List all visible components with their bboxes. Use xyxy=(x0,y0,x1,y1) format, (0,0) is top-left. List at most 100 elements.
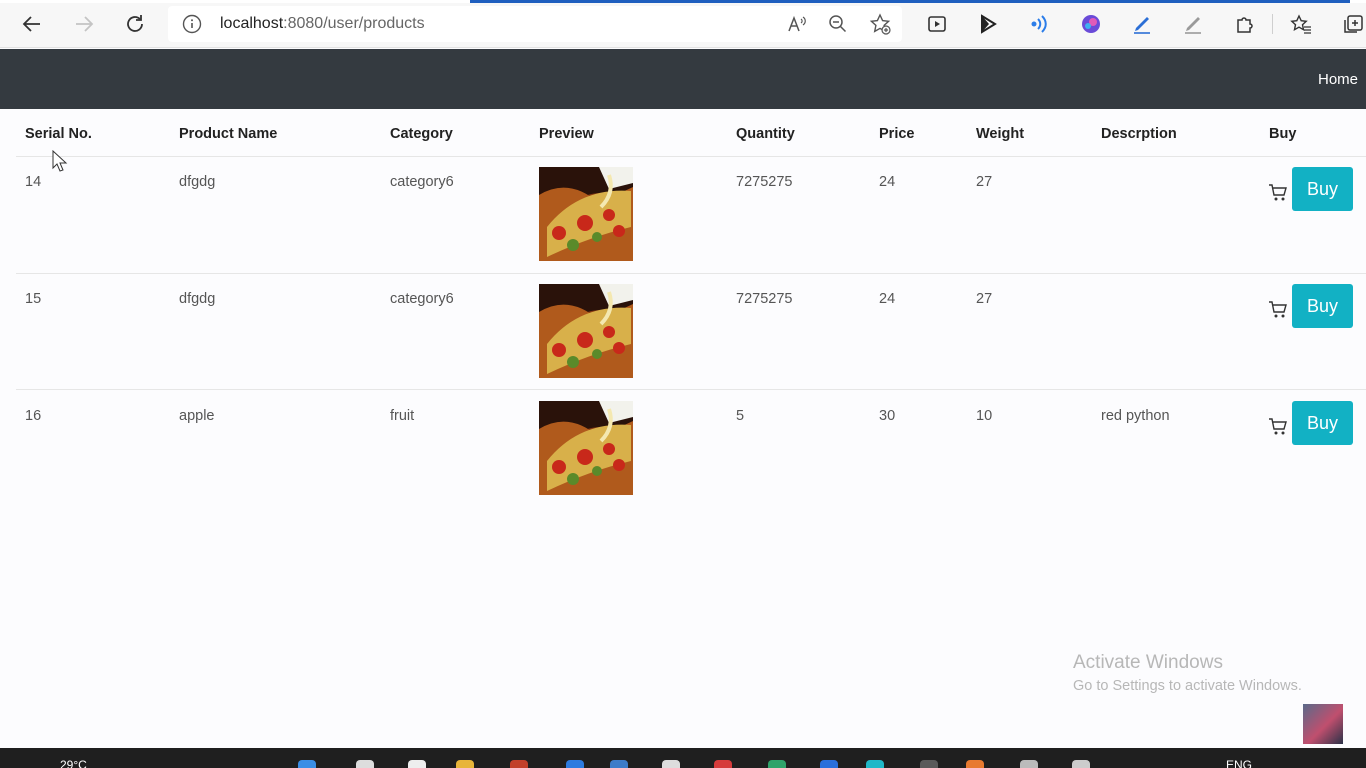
task-view-icon[interactable] xyxy=(408,760,426,768)
back-arrow-icon xyxy=(22,16,40,32)
table-row: 15 dfgdg category6 7275275 24 27 Buy xyxy=(0,275,1366,392)
mail-icon[interactable] xyxy=(566,760,584,768)
cart-icon[interactable] xyxy=(1268,416,1288,436)
product-preview-image xyxy=(539,401,633,495)
header-divider xyxy=(16,156,1366,157)
cell-description: red python xyxy=(1101,408,1170,424)
buy-button[interactable]: Buy xyxy=(1292,401,1353,445)
favorites-icon xyxy=(1290,14,1311,34)
read-aloud-icon xyxy=(788,15,806,32)
cart-icon[interactable] xyxy=(1268,182,1288,202)
cell-product-name: dfgdg xyxy=(179,174,216,190)
app5-icon[interactable] xyxy=(1072,760,1090,768)
pointer-icon xyxy=(981,14,997,34)
cell-weight: 27 xyxy=(976,174,993,190)
edge-icon[interactable] xyxy=(866,760,884,768)
table-row: 14 dfgdg category6 7275275 24 27 Buy xyxy=(0,158,1366,275)
cell-serial: 15 xyxy=(25,291,42,307)
extension-3-button[interactable] xyxy=(1027,12,1051,36)
wireless-icon xyxy=(1031,15,1047,33)
favorite-add-icon xyxy=(869,13,891,35)
back-button[interactable] xyxy=(16,8,48,40)
windows-taskbar: 29°C ENG xyxy=(0,748,1366,768)
header-preview: Preview xyxy=(539,126,594,142)
copilot-icon xyxy=(1082,15,1100,33)
toolbar-separator xyxy=(1272,14,1273,34)
video-thumbnail xyxy=(1303,704,1343,744)
forward-arrow-icon xyxy=(76,16,94,32)
pen-icon xyxy=(1134,17,1150,34)
zoom-button[interactable] xyxy=(826,12,850,36)
header-quantity: Quantity xyxy=(736,126,795,142)
cell-price: 30 xyxy=(879,408,896,424)
url-text[interactable]: localhost:8080/user/products xyxy=(220,15,425,33)
product-preview-image xyxy=(539,284,633,378)
cell-price: 24 xyxy=(879,291,896,307)
extensions-button[interactable] xyxy=(1233,12,1257,36)
header-category: Category xyxy=(390,126,453,142)
buy-button[interactable]: Buy xyxy=(1292,167,1353,211)
extension-6-button[interactable] xyxy=(1181,12,1205,36)
activate-windows-watermark: Activate Windows Go to Settings to activ… xyxy=(1073,652,1302,694)
collections-icon xyxy=(1344,15,1363,33)
zoom-out-icon xyxy=(829,15,847,33)
address-bar[interactable]: localhost:8080/user/products xyxy=(168,6,902,42)
media-icon[interactable] xyxy=(714,760,732,768)
collections-button[interactable] xyxy=(1341,12,1365,36)
buy-button[interactable]: Buy xyxy=(1292,284,1353,328)
app-icon[interactable] xyxy=(510,760,528,768)
table-row: 16 apple fruit 5 30 10 red python Buy xyxy=(0,392,1366,509)
extension-4-button[interactable] xyxy=(1079,12,1103,36)
refresh-icon xyxy=(127,15,143,32)
start-icon[interactable] xyxy=(298,760,316,768)
refresh-button[interactable] xyxy=(119,8,151,40)
puzzle-icon xyxy=(1237,17,1253,33)
forward-button[interactable] xyxy=(68,8,100,40)
cell-product-name: dfgdg xyxy=(179,291,216,307)
cell-quantity: 7275275 xyxy=(736,291,793,307)
vscode-icon[interactable] xyxy=(820,760,838,768)
extension-5-button[interactable] xyxy=(1130,12,1154,36)
language-indicator[interactable]: ENG xyxy=(1226,758,1252,768)
info-icon[interactable] xyxy=(182,14,202,34)
store-icon[interactable] xyxy=(610,760,628,768)
weather-temperature[interactable]: 29°C xyxy=(60,758,87,768)
app-navbar: Home xyxy=(0,49,1366,109)
cell-quantity: 7275275 xyxy=(736,174,793,190)
cell-weight: 27 xyxy=(976,291,993,307)
header-buy: Buy xyxy=(1269,126,1297,142)
favorites-button[interactable] xyxy=(1289,12,1313,36)
cart-icon[interactable] xyxy=(1268,299,1288,319)
cell-serial: 14 xyxy=(25,174,42,190)
mouse-cursor-icon xyxy=(52,149,68,172)
read-aloud-button[interactable] xyxy=(785,12,809,36)
header-weight: Weight xyxy=(976,126,1025,142)
screenshot-icon xyxy=(928,16,946,32)
search-icon[interactable] xyxy=(356,760,374,768)
app2-icon[interactable] xyxy=(768,760,786,768)
cell-product-name: apple xyxy=(179,408,215,424)
app3-icon[interactable] xyxy=(920,760,938,768)
browser-toolbar: localhost:8080/user/products xyxy=(0,0,1366,48)
cell-weight: 10 xyxy=(976,408,993,424)
cell-category: fruit xyxy=(390,408,415,424)
cell-category: category6 xyxy=(390,291,454,307)
product-preview-image xyxy=(539,167,633,261)
cell-category: category6 xyxy=(390,174,454,190)
cell-serial: 16 xyxy=(25,408,42,424)
file-explorer-icon[interactable] xyxy=(456,760,474,768)
add-favorite-button[interactable] xyxy=(868,12,892,36)
cell-quantity: 5 xyxy=(736,408,745,424)
row-divider xyxy=(16,273,1366,274)
cell-price: 24 xyxy=(879,174,896,190)
extension-1-button[interactable] xyxy=(925,12,949,36)
url-path: :8080/user/products xyxy=(283,15,425,32)
browser-icon[interactable] xyxy=(662,760,680,768)
settings-icon[interactable] xyxy=(1020,760,1038,768)
watermark-subtitle: Go to Settings to activate Windows. xyxy=(1073,678,1302,694)
extension-2-button[interactable] xyxy=(976,12,1000,36)
header-description: Descrption xyxy=(1101,126,1177,142)
nav-home-link[interactable]: Home xyxy=(1318,71,1358,88)
row-divider xyxy=(16,389,1366,390)
app4-icon[interactable] xyxy=(966,760,984,768)
